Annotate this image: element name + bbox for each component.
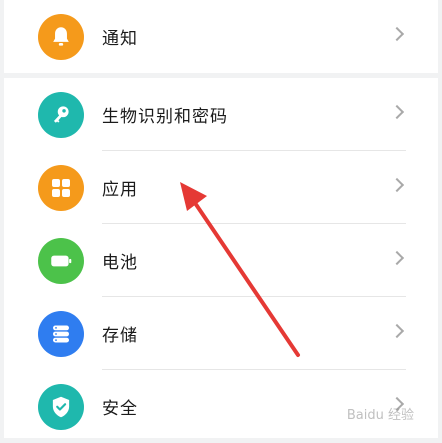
- settings-item-notifications[interactable]: 通知: [4, 0, 438, 73]
- settings-item-biometrics[interactable]: 生物识别和密码: [4, 78, 438, 151]
- apps-grid-icon: [38, 165, 84, 211]
- settings-item-label: 电池: [102, 253, 138, 273]
- settings-item-label: 通知: [102, 29, 138, 49]
- watermark: Baidu 经验: [346, 408, 414, 423]
- bell-icon: [38, 14, 84, 60]
- storage-icon: [38, 311, 84, 357]
- battery-icon: [38, 238, 84, 284]
- chevron-right-icon: [389, 104, 405, 120]
- settings-card-main: 生物识别和密码 应用 电池 存储 安全: [4, 78, 438, 438]
- settings-item-battery[interactable]: 电池: [4, 224, 438, 297]
- chevron-right-icon: [389, 250, 405, 266]
- chevron-right-icon: [389, 323, 405, 339]
- chevron-right-icon: [389, 177, 405, 193]
- shield-check-icon: [38, 384, 84, 430]
- settings-card-top: 通知: [4, 0, 438, 73]
- settings-item-label: 生物识别和密码: [102, 107, 228, 127]
- settings-item-label: 应用: [102, 180, 138, 200]
- settings-item-label: 安全: [102, 399, 138, 419]
- settings-item-storage[interactable]: 存储: [4, 297, 438, 370]
- key-icon: [38, 92, 84, 138]
- settings-item-apps[interactable]: 应用: [4, 151, 438, 224]
- settings-item-label: 存储: [102, 326, 138, 346]
- chevron-right-icon: [389, 26, 405, 42]
